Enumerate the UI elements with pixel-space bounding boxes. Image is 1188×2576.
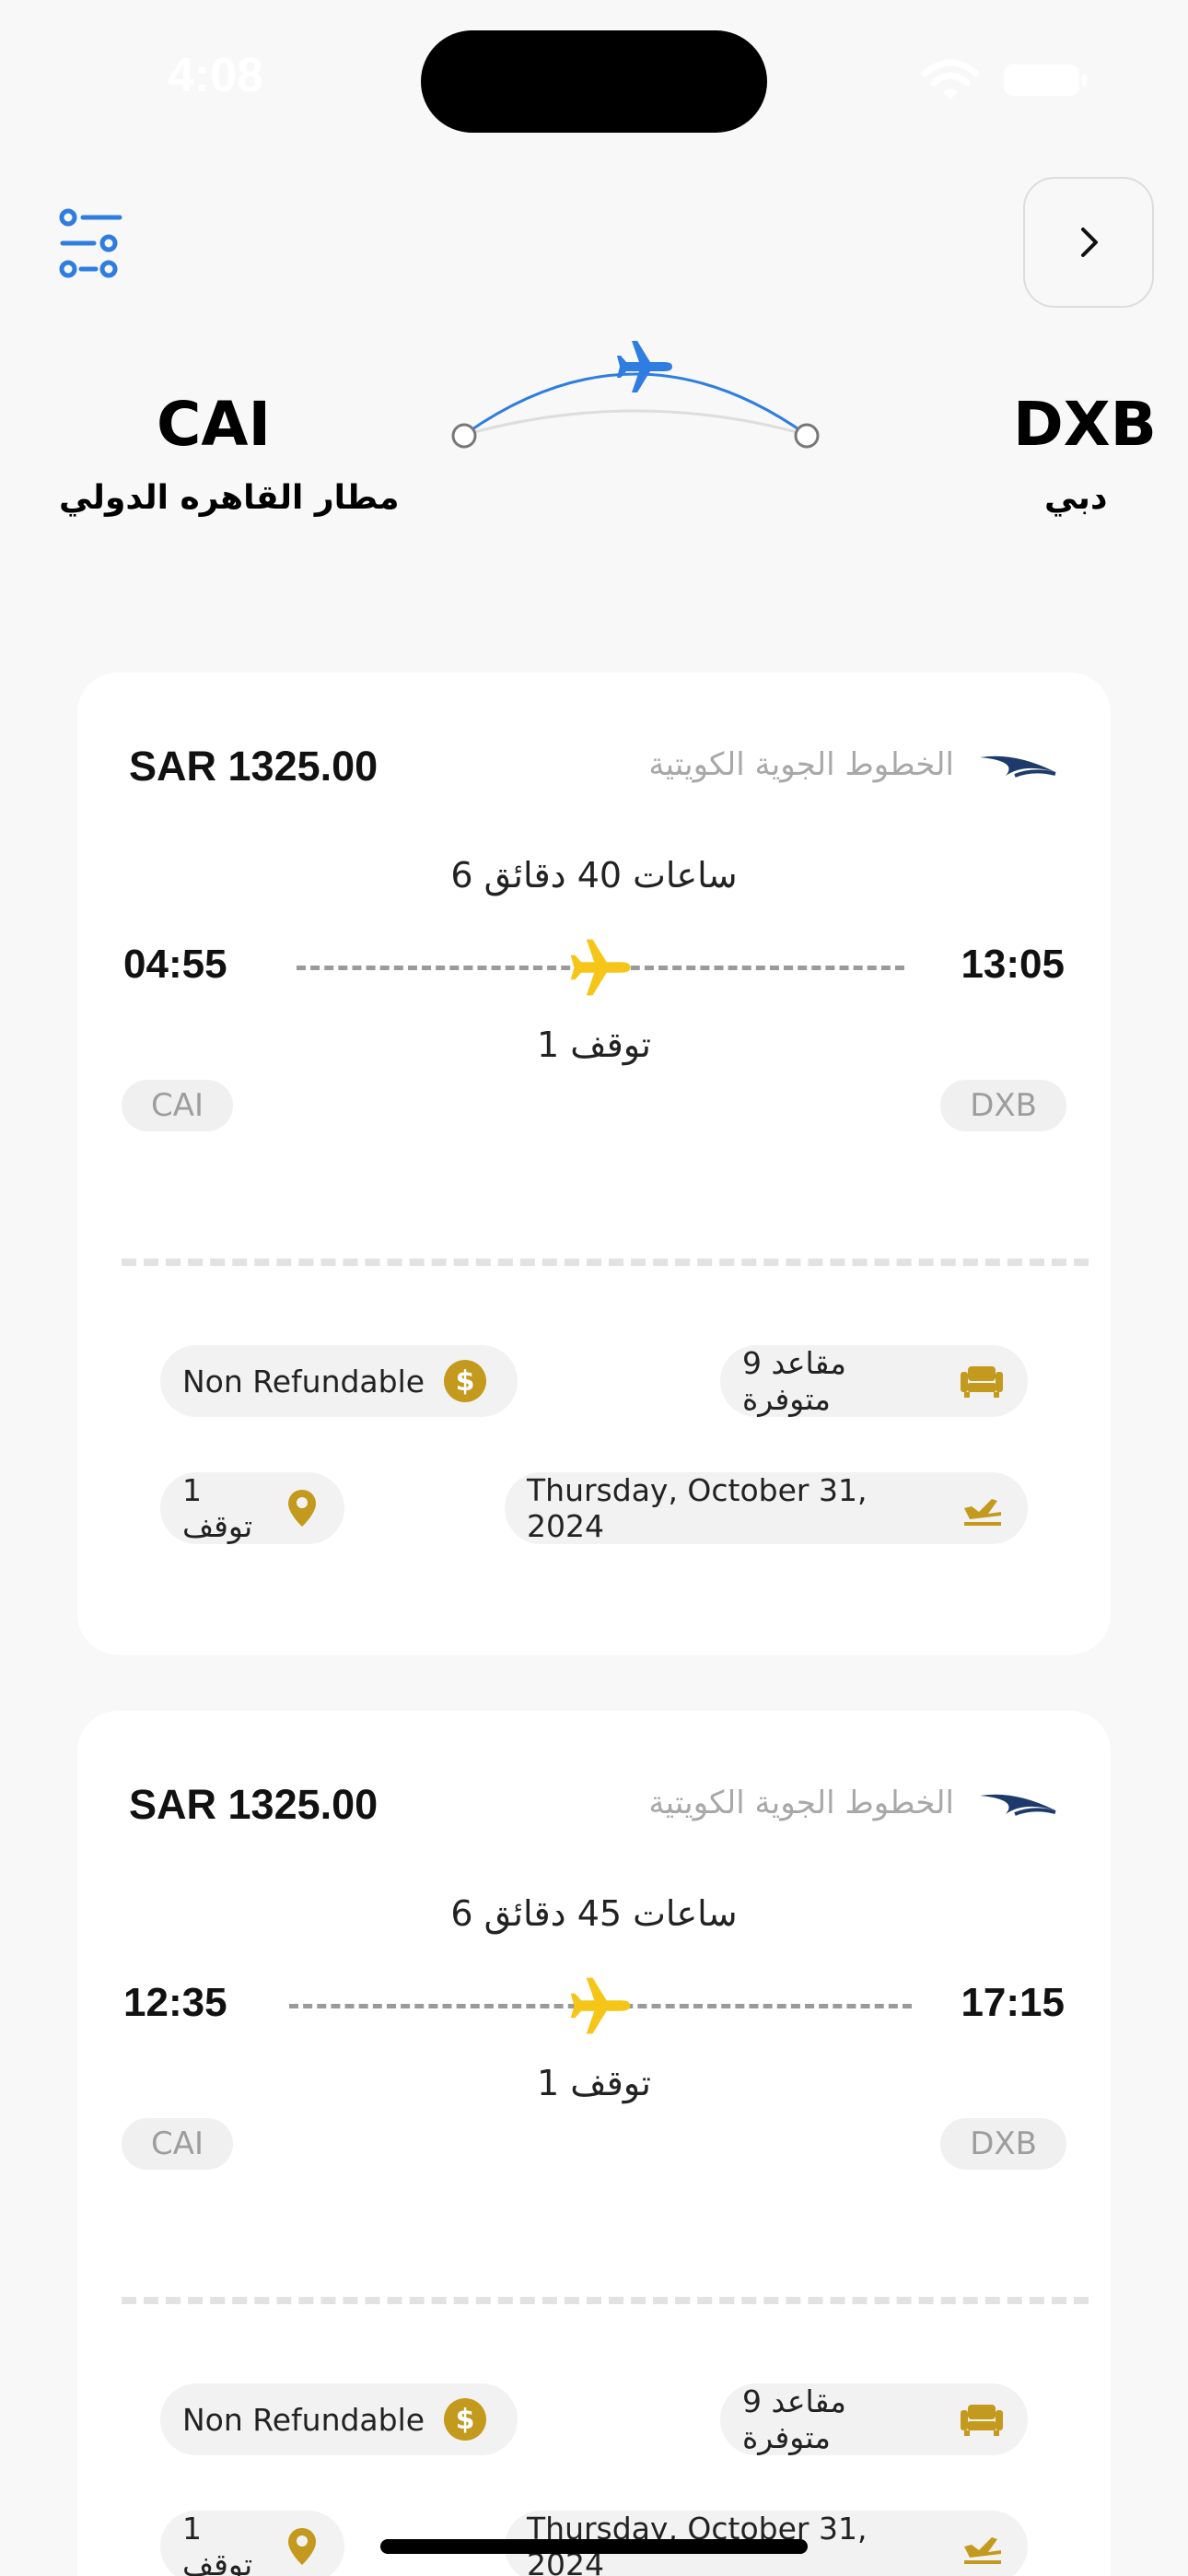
departure-plane-icon	[959, 1484, 1006, 1532]
chevron-right-icon	[1081, 228, 1098, 257]
status-time: 4:08	[168, 49, 264, 102]
seats-chip: 9 مقاعد متوفرة	[720, 1345, 1028, 1417]
arrival-time: 13:05	[961, 942, 1065, 987]
stop-chip: 1 توقف	[160, 1472, 344, 1544]
stop-chip-label: 1 توقف	[182, 2511, 253, 2576]
flight-card[interactable]: SAR 1325.00 الخطوط الجوية الكويتية 6 ساع…	[77, 1711, 1111, 2576]
screen: 4:08 CAI مطار القاهره الدولي DXB دبي SAR…	[0, 0, 1188, 2576]
date-label: Thursday, October 31, 2024	[527, 1472, 868, 1544]
seats-label: 9 مقاعد متوفرة	[742, 1345, 846, 1417]
origin-name: مطار القاهره الدولي	[59, 479, 400, 517]
location-pin-icon	[282, 1484, 322, 1532]
wifi-icon	[921, 59, 980, 100]
home-indicator[interactable]	[380, 2539, 808, 2554]
refund-label: Non Refundable	[182, 1363, 425, 1399]
route-arc	[451, 341, 820, 449]
battery-icon	[1004, 64, 1087, 96]
date-chip: Thursday, October 31, 2024	[505, 1472, 1028, 1544]
seats-chip: 9 مقاعد متوفرة	[720, 2383, 1028, 2455]
svg-text:$: $	[456, 2404, 475, 2436]
seat-icon	[959, 1357, 1006, 1405]
departure-time: 04:55	[123, 942, 227, 987]
airline-name: الخطوط الجوية الكويتية	[648, 746, 954, 783]
flight-duration: 6 ساعات 40 دقائق	[450, 855, 738, 896]
stop-chip-label: 1 توقف	[182, 1472, 253, 1544]
flight-price: SAR 1325.00	[129, 1781, 379, 1828]
dynamic-island	[421, 30, 767, 133]
stop-chip: 1 توقف	[160, 2511, 344, 2576]
svg-text:$: $	[456, 1365, 475, 1398]
destination-code: DXB	[1013, 389, 1157, 460]
sliders-icon	[59, 208, 122, 278]
airline-logo-icon	[980, 1794, 1056, 1816]
from-code-pill: CAI	[122, 2118, 234, 2170]
from-code-pill: CAI	[122, 1080, 234, 1131]
stops-count: 1 توقف	[537, 2063, 651, 2103]
origin-code: CAI	[157, 389, 272, 460]
flight-card[interactable]: SAR 1325.00 الخطوط الجوية الكويتية 6 ساع…	[77, 673, 1111, 1655]
refund-label: Non Refundable	[182, 2401, 425, 2438]
location-pin-icon	[282, 2523, 322, 2570]
flight-price: SAR 1325.00	[129, 743, 379, 790]
departure-plane-icon	[959, 2523, 1006, 2570]
airline-name: الخطوط الجوية الكويتية	[648, 1785, 954, 1821]
divider	[122, 1259, 1089, 1266]
dollar-icon: $	[441, 1357, 489, 1405]
flight-duration: 6 ساعات 45 دقائق	[450, 1893, 738, 1934]
refund-chip: Non Refundable $	[160, 2383, 518, 2455]
filter-button[interactable]	[57, 208, 127, 278]
divider	[122, 2297, 1089, 2304]
to-code-pill: DXB	[940, 2118, 1066, 2170]
seat-icon	[959, 2395, 1006, 2443]
airplane-icon	[570, 939, 631, 996]
airline-logo-icon	[980, 755, 1056, 778]
destination-name: دبي	[1044, 479, 1108, 517]
stops-count: 1 توقف	[537, 1025, 651, 1065]
airplane-icon	[570, 1977, 631, 2034]
departure-time: 12:35	[123, 1980, 227, 2025]
dollar-icon: $	[441, 2395, 489, 2443]
airplane-icon	[617, 341, 672, 392]
next-button[interactable]	[1023, 177, 1154, 308]
refund-chip: Non Refundable $	[160, 1345, 518, 1417]
to-code-pill: DXB	[940, 1080, 1066, 1131]
seats-label: 9 مقاعد متوفرة	[742, 2383, 846, 2455]
arrival-time: 17:15	[961, 1980, 1065, 2025]
